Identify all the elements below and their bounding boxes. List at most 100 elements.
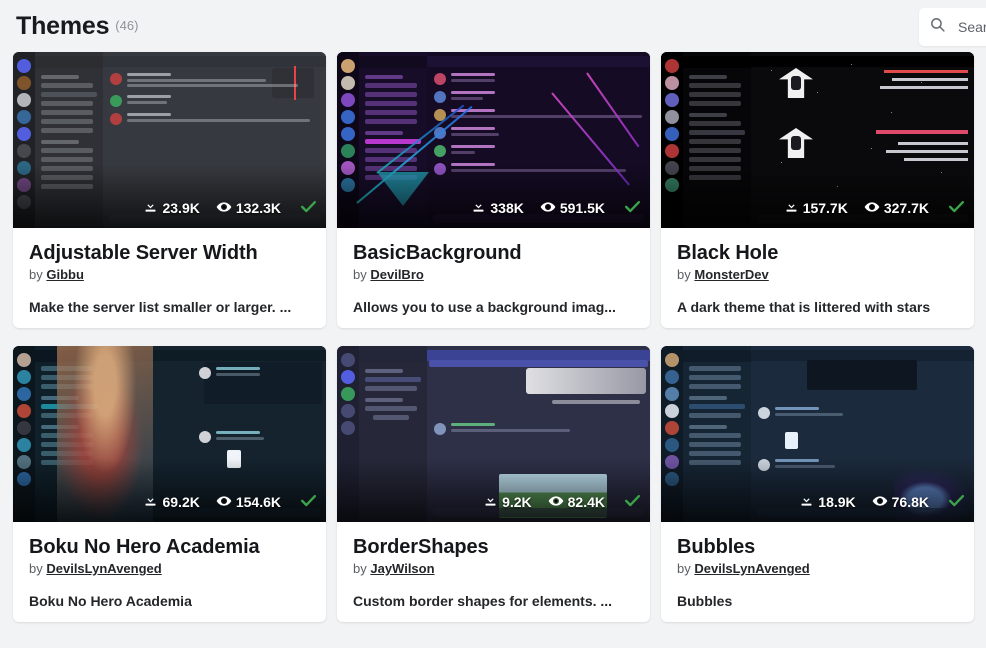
theme-thumbnail[interactable]: 18.9K 76.8K xyxy=(661,346,974,522)
download-count: 157.7K xyxy=(802,200,848,216)
card-author-link[interactable]: JayWilson xyxy=(370,561,434,576)
by-label: by xyxy=(677,267,691,282)
download-icon xyxy=(483,493,498,511)
theme-thumbnail[interactable]: 9.2K 82.4K xyxy=(337,346,650,522)
card-title: Adjustable Server Width xyxy=(29,242,258,264)
card-title: Boku No Hero Academia xyxy=(29,536,260,558)
card-body: Boku No Hero Academia by DevilsLynAvenge… xyxy=(13,522,326,610)
page-title-count: (46) xyxy=(115,17,139,33)
check-icon xyxy=(299,197,318,219)
theme-thumbnail[interactable]: 69.2K 154.6K xyxy=(13,346,326,522)
search-input[interactable] xyxy=(956,18,986,36)
download-stat: 338K xyxy=(471,199,524,217)
download-count: 69.2K xyxy=(162,494,200,510)
theme-card[interactable]: 18.9K 76.8K Bubbles by DevilsLynAvenged xyxy=(661,346,974,622)
card-byline: by DevilsLynAvenged xyxy=(677,561,958,576)
thumbnail-stats: 338K 591.5K xyxy=(337,197,650,219)
thumbnail-stats: 157.7K 327.7K xyxy=(661,197,974,219)
views-stat: 591.5K xyxy=(540,199,605,218)
card-description: Custom border shapes for elements. ... xyxy=(353,593,613,609)
card-description: Make the server list smaller or larger. … xyxy=(29,299,292,315)
view-count: 132.3K xyxy=(235,200,281,216)
card-body: Bubbles by DevilsLynAvenged Bubbles xyxy=(661,522,974,610)
by-label: by xyxy=(29,561,43,576)
card-title: BorderShapes xyxy=(353,536,489,558)
views-stat: 327.7K xyxy=(864,199,929,218)
download-icon xyxy=(143,199,158,217)
eye-icon xyxy=(548,493,564,512)
download-icon xyxy=(471,199,486,217)
page-title-text: Themes xyxy=(16,11,110,40)
card-body: Black Hole by MonsterDev A dark theme th… xyxy=(661,228,974,316)
search-box[interactable] xyxy=(919,8,986,46)
card-author-link[interactable]: Gibbu xyxy=(46,267,84,282)
download-icon xyxy=(784,199,799,217)
download-count: 23.9K xyxy=(162,200,200,216)
theme-card[interactable]: 9.2K 82.4K BorderShapes by JayWilson Cus xyxy=(337,346,650,622)
view-count: 154.6K xyxy=(235,494,281,510)
page-title: Themes (46) xyxy=(16,11,139,40)
theme-card[interactable]: 23.9K 132.3K Adjustable Server Width by … xyxy=(13,52,326,328)
card-body: BorderShapes by JayWilson Custom border … xyxy=(337,522,650,610)
thumbnail-stats: 9.2K 82.4K xyxy=(337,491,650,513)
download-icon xyxy=(799,493,814,511)
card-author-link[interactable]: MonsterDev xyxy=(694,267,768,282)
by-label: by xyxy=(353,561,367,576)
views-stat: 132.3K xyxy=(216,199,281,218)
check-icon xyxy=(947,197,966,219)
card-description: Bubbles xyxy=(677,593,733,609)
download-count: 18.9K xyxy=(818,494,856,510)
theme-thumbnail[interactable]: 23.9K 132.3K xyxy=(13,52,326,228)
theme-card[interactable]: 157.7K 327.7K Black Hole by MonsterDev A xyxy=(661,52,974,328)
check-icon xyxy=(299,491,318,513)
download-stat: 18.9K xyxy=(799,493,856,511)
eye-icon xyxy=(540,199,556,218)
page-header: Themes (46) xyxy=(0,0,986,52)
card-byline: by MonsterDev xyxy=(677,267,958,282)
card-author-link[interactable]: DevilBro xyxy=(370,267,423,282)
views-stat: 154.6K xyxy=(216,493,281,512)
view-count: 327.7K xyxy=(883,200,929,216)
download-stat: 69.2K xyxy=(143,493,200,511)
check-icon xyxy=(947,491,966,513)
card-description: Allows you to use a background imag... xyxy=(353,299,616,315)
card-byline: by DevilBro xyxy=(353,267,634,282)
eye-icon xyxy=(872,493,888,512)
card-body: Adjustable Server Width by Gibbu Make th… xyxy=(13,228,326,316)
card-description: Boku No Hero Academia xyxy=(29,593,192,609)
thumbnail-stats: 69.2K 154.6K xyxy=(13,491,326,513)
card-title: Bubbles xyxy=(677,536,756,558)
download-count: 338K xyxy=(490,200,524,216)
download-count: 9.2K xyxy=(502,494,532,510)
card-title: BasicBackground xyxy=(353,242,522,264)
views-stat: 76.8K xyxy=(872,493,929,512)
theme-card[interactable]: 338K 591.5K BasicBackground by DevilBro xyxy=(337,52,650,328)
theme-thumbnail[interactable]: 338K 591.5K xyxy=(337,52,650,228)
download-icon xyxy=(143,493,158,511)
download-stat: 9.2K xyxy=(483,493,532,511)
thumbnail-stats: 18.9K 76.8K xyxy=(661,491,974,513)
card-author-link[interactable]: DevilsLynAvenged xyxy=(46,561,161,576)
thumbnail-stats: 23.9K 132.3K xyxy=(13,197,326,219)
views-stat: 82.4K xyxy=(548,493,605,512)
download-stat: 23.9K xyxy=(143,199,200,217)
theme-card[interactable]: 69.2K 154.6K Boku No Hero Academia by De… xyxy=(13,346,326,622)
card-byline: by JayWilson xyxy=(353,561,634,576)
view-count: 76.8K xyxy=(891,494,929,510)
card-author-link[interactable]: DevilsLynAvenged xyxy=(694,561,809,576)
theme-grid: 23.9K 132.3K Adjustable Server Width by … xyxy=(0,52,986,622)
check-icon xyxy=(623,491,642,513)
view-count: 591.5K xyxy=(559,200,605,216)
card-body: BasicBackground by DevilBro Allows you t… xyxy=(337,228,650,316)
view-count: 82.4K xyxy=(567,494,605,510)
check-icon xyxy=(623,197,642,219)
card-byline: by Gibbu xyxy=(29,267,310,282)
card-description: A dark theme that is littered with stars xyxy=(677,299,931,315)
download-stat: 157.7K xyxy=(784,199,848,217)
by-label: by xyxy=(29,267,43,282)
card-title: Black Hole xyxy=(677,242,779,264)
by-label: by xyxy=(677,561,691,576)
theme-thumbnail[interactable]: 157.7K 327.7K xyxy=(661,52,974,228)
card-byline: by DevilsLynAvenged xyxy=(29,561,310,576)
eye-icon xyxy=(864,199,880,218)
